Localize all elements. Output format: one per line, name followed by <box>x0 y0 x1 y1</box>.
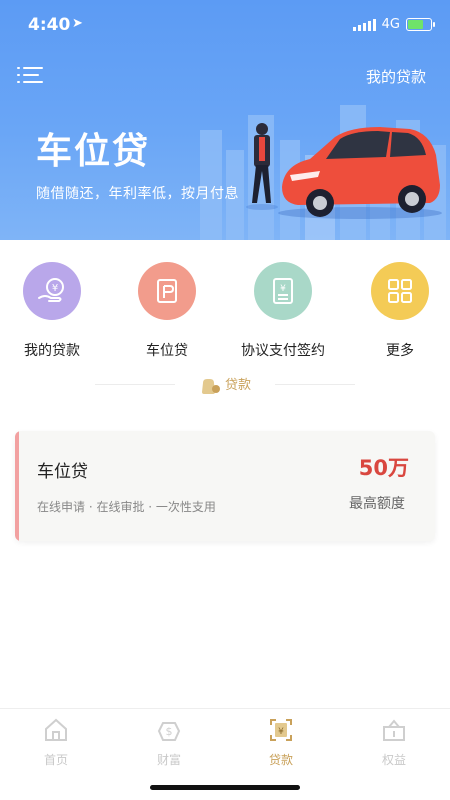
network-type: 4G <box>381 17 400 32</box>
wealth-icon: $ <box>157 722 181 741</box>
benefits-icon <box>383 719 405 741</box>
shortcut-label: 车位贷 <box>146 343 188 359</box>
svg-text:¥: ¥ <box>52 283 58 294</box>
shortcut-label: 更多 <box>386 343 414 359</box>
tab-label: 贷款 <box>268 753 293 767</box>
status-bar: 4:40 ➤ 4G <box>0 0 450 50</box>
location-arrow-icon: ➤ <box>72 16 83 31</box>
tab-label: 财富 <box>156 753 181 767</box>
svg-text:$: $ <box>166 725 173 738</box>
hero-title: 车位贷 <box>36 130 151 172</box>
svg-text:¥: ¥ <box>278 727 284 737</box>
card-accent-bar <box>15 431 19 541</box>
shortcut-parking-loan[interactable]: 车位贷 <box>117 262 217 360</box>
tab-label: 权益 <box>381 753 406 767</box>
home-indicator[interactable] <box>150 785 300 790</box>
contract-icon: ¥ <box>254 262 312 320</box>
tab-wealth[interactable]: $ 财富 <box>129 717 209 768</box>
battery-icon <box>406 18 435 31</box>
signal-icon <box>352 18 376 31</box>
loan-card-amount-label: 最高额度 <box>349 496 405 512</box>
grid-more-icon <box>371 262 429 320</box>
tab-label: 首页 <box>43 753 68 767</box>
svg-text:¥: ¥ <box>280 284 286 294</box>
tab-benefits[interactable]: 权益 <box>354 717 434 768</box>
shortcut-payment-agreement[interactable]: ¥ 协议支付签约 <box>233 262 333 360</box>
hero-subtitle: 随借随还，年利率低，按月付息 <box>36 186 239 202</box>
hero-banner: 4:40 ➤ 4G 我的贷款 车位贷 随借随还，年利率低，按月付息 <box>0 0 450 240</box>
section-label: 贷款 <box>224 378 251 393</box>
shortcut-label: 我的贷款 <box>24 343 80 359</box>
parking-icon <box>138 262 196 320</box>
money-bag-icon <box>201 378 220 394</box>
menu-list-icon[interactable] <box>17 65 43 85</box>
section-header: 贷款 <box>95 372 355 396</box>
car-illustration <box>246 123 442 219</box>
home-icon <box>45 718 67 741</box>
shortcut-label: 协议支付签约 <box>241 343 325 359</box>
divider-line <box>275 384 355 385</box>
shortcut-more[interactable]: 更多 <box>350 262 450 360</box>
shortcut-my-loans[interactable]: ¥ 我的贷款 <box>2 262 102 360</box>
status-time: 4:40 <box>28 15 71 35</box>
my-loans-link[interactable]: 我的贷款 <box>366 66 426 87</box>
loan-card-title: 车位贷 <box>37 462 88 482</box>
shortcut-grid: ¥ 我的贷款 车位贷 ¥ 协议支付签约 更多 <box>0 262 450 362</box>
loan-icon: ¥ <box>270 719 292 741</box>
loan-yuan-icon: ¥ <box>23 262 81 320</box>
loan-product-card[interactable]: 车位贷 在线申请 · 在线审批 · 一次性支用 50万 最高额度 <box>15 431 435 541</box>
status-indicators: 4G <box>352 17 435 32</box>
loan-card-amount: 50万 <box>358 456 409 480</box>
tab-home[interactable]: 首页 <box>16 717 96 768</box>
loan-card-tags: 在线申请 · 在线审批 · 一次性支用 <box>37 500 216 514</box>
tab-loans[interactable]: ¥ 贷款 <box>241 717 321 768</box>
